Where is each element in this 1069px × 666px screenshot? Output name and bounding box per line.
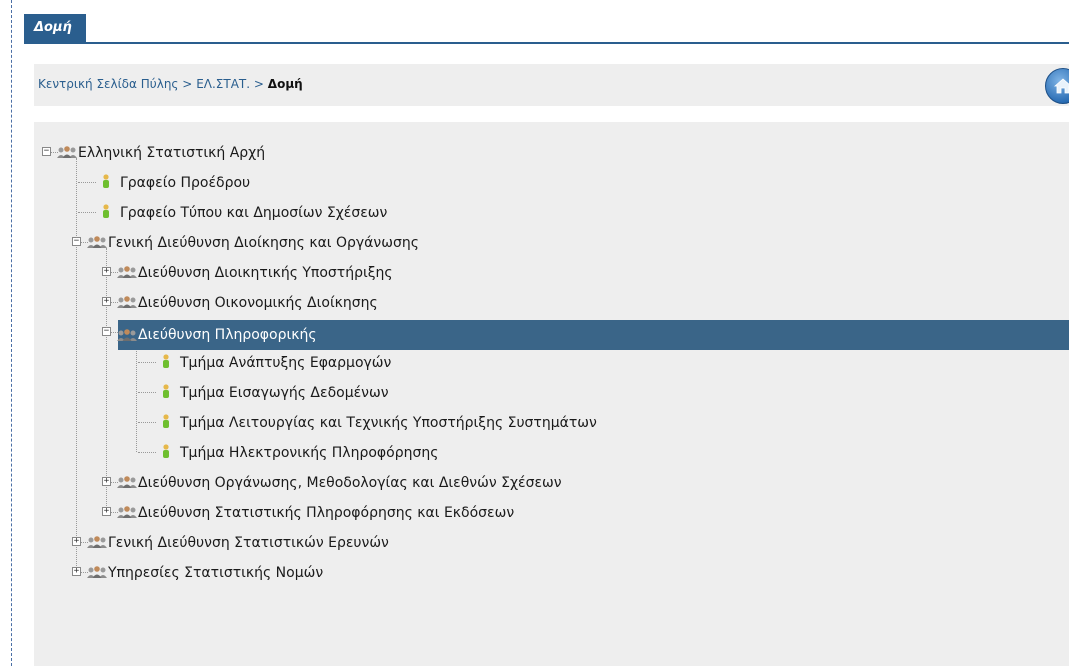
breadcrumb-link-elstat[interactable]: ΕΛ.ΣΤΑΤ.	[196, 77, 250, 91]
tree-connector	[138, 362, 156, 363]
tree-connector	[78, 212, 96, 213]
breadcrumb-trail: Κεντρική Σελίδα Πύλης > ΕΛ.ΣΤΑΤ. > Δομή	[38, 77, 303, 91]
group-icon	[117, 476, 137, 488]
home-icon	[1053, 78, 1069, 94]
expand-toggle[interactable]: +	[72, 537, 81, 546]
tree-connector	[138, 422, 156, 423]
tree-node-label[interactable]: Γενική Διεύθυνση Διοίκησης και Οργάνωσης	[108, 234, 419, 252]
breadcrumb-separator: >	[182, 77, 193, 91]
tree-node[interactable]: Γραφείο Προέδρου	[34, 170, 1069, 196]
person-icon	[163, 354, 169, 368]
breadcrumb: Κεντρική Σελίδα Πύλης > ΕΛ.ΣΤΑΤ. > Δομή	[34, 64, 1069, 106]
tree-node-label[interactable]: Διεύθυνση Στατιστικής Πληροφόρησης και Ε…	[138, 504, 514, 522]
tree-node-label[interactable]: Τμήμα Λειτουργίας και Τεχνικής Υποστήριξ…	[180, 414, 597, 432]
tree-node[interactable]: + Διεύθυνση Διοικητικής Υποστήριξης	[34, 260, 1069, 286]
expand-toggle[interactable]: +	[102, 267, 111, 276]
tree-node-label[interactable]: Τμήμα Εισαγωγής Δεδομένων	[180, 384, 389, 402]
tree-connector	[138, 452, 156, 453]
group-icon	[117, 329, 137, 341]
left-border	[11, 0, 12, 666]
tree-node[interactable]: Γραφείο Τύπου και Δημοσίων Σχέσεων	[34, 200, 1069, 226]
tree-node[interactable]: Τμήμα Εισαγωγής Δεδομένων	[34, 380, 1069, 406]
expand-toggle[interactable]: +	[102, 507, 111, 516]
person-icon	[163, 384, 169, 398]
person-icon	[163, 444, 169, 458]
tab-bar: Δομή	[24, 14, 1069, 44]
tree-node-label[interactable]: Γενική Διεύθυνση Στατιστικών Ερευνών	[108, 534, 389, 552]
tree-node-label[interactable]: Διεύθυνση Πληροφορικής	[138, 326, 317, 344]
group-icon	[87, 566, 107, 578]
collapse-toggle[interactable]: −	[102, 327, 111, 336]
breadcrumb-link-portal-home[interactable]: Κεντρική Σελίδα Πύλης	[38, 77, 178, 91]
tree-connector	[138, 392, 156, 393]
tree-node[interactable]: + Διεύθυνση Στατιστικής Πληροφόρησης και …	[34, 500, 1069, 526]
tree-node[interactable]: + Υπηρεσίες Στατιστικής Νομών	[34, 560, 1069, 586]
collapse-toggle[interactable]: −	[42, 147, 51, 156]
tree-node[interactable]: − Διεύθυνση Πληροφορικής	[34, 320, 1069, 350]
tree-node[interactable]: + Γενική Διεύθυνση Στατιστικών Ερευνών	[34, 530, 1069, 556]
group-icon	[117, 296, 137, 308]
tree-node[interactable]: Τμήμα Λειτουργίας και Τεχνικής Υποστήριξ…	[34, 410, 1069, 436]
group-icon	[57, 146, 77, 158]
tree-node[interactable]: + Διεύθυνση Οργάνωσης, Μεθοδολογίας και Δ…	[34, 470, 1069, 496]
expand-toggle[interactable]: +	[72, 567, 81, 576]
expand-toggle[interactable]: +	[102, 477, 111, 486]
tree-node-label[interactable]: Τμήμα Ανάπτυξης Εφαρμογών	[180, 354, 391, 372]
tree-node-label[interactable]: Διεύθυνση Διοικητικής Υποστήριξης	[138, 264, 393, 282]
tree-node[interactable]: Τμήμα Ανάπτυξης Εφαρμογών	[34, 350, 1069, 376]
person-icon	[163, 414, 169, 428]
tree-node-label[interactable]: Διεύθυνση Οργάνωσης, Μεθοδολογίας και Δι…	[138, 474, 562, 492]
tab-structure[interactable]: Δομή	[24, 14, 86, 42]
group-icon	[117, 506, 137, 518]
collapse-toggle[interactable]: −	[72, 237, 81, 246]
org-structure-tree: − Ελληνική Στατιστική Αρχή Γραφείο Προέδρο…	[34, 122, 1069, 666]
tree-node-label[interactable]: Διεύθυνση Οικονομικής Διοίκησης	[138, 294, 378, 312]
tree-node-label[interactable]: Ελληνική Στατιστική Αρχή	[78, 144, 265, 162]
person-icon	[103, 174, 109, 188]
breadcrumb-current: Δομή	[267, 77, 303, 91]
tree-node[interactable]: − Ελληνική Στατιστική Αρχή	[34, 140, 1069, 166]
person-icon	[103, 204, 109, 218]
tree-node[interactable]: − Γενική Διεύθυνση Διοίκησης και Οργάνωση…	[34, 230, 1069, 256]
tree-node-label[interactable]: Γραφείο Τύπου και Δημοσίων Σχέσεων	[120, 204, 387, 222]
group-icon	[87, 236, 107, 248]
expand-toggle[interactable]: +	[102, 297, 111, 306]
tree-node-label[interactable]: Υπηρεσίες Στατιστικής Νομών	[108, 564, 323, 582]
tree-node[interactable]: + Διεύθυνση Οικονομικής Διοίκησης	[34, 290, 1069, 316]
group-icon	[117, 266, 137, 278]
group-icon	[87, 536, 107, 548]
tree-node-label[interactable]: Γραφείο Προέδρου	[120, 174, 250, 192]
home-button[interactable]	[1045, 68, 1069, 104]
tree-connector	[78, 182, 96, 183]
breadcrumb-separator: >	[253, 77, 264, 91]
tree-node-label[interactable]: Τμήμα Ηλεκτρονικής Πληροφόρησης	[180, 444, 438, 462]
tree-node[interactable]: Τμήμα Ηλεκτρονικής Πληροφόρησης	[34, 440, 1069, 466]
